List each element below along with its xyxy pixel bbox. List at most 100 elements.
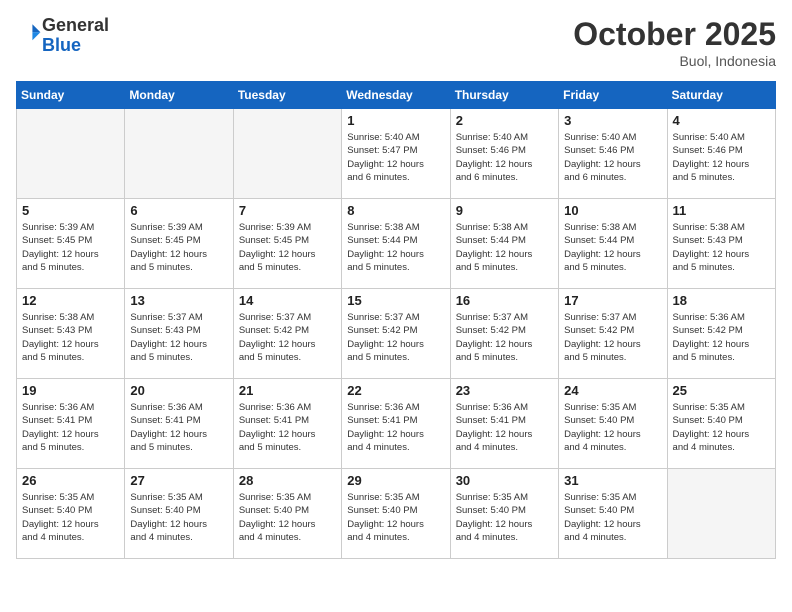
day-number: 21 [239, 383, 336, 398]
calendar-cell: 22 Sunrise: 5:36 AM Sunset: 5:41 PM Dayli… [342, 379, 450, 469]
day-number: 16 [456, 293, 553, 308]
day-info: Sunrise: 5:35 AM Sunset: 5:40 PM Dayligh… [673, 401, 770, 454]
calendar-cell: 2 Sunrise: 5:40 AM Sunset: 5:46 PM Daylig… [450, 109, 558, 199]
day-info: Sunrise: 5:35 AM Sunset: 5:40 PM Dayligh… [564, 491, 661, 544]
calendar-cell: 30 Sunrise: 5:35 AM Sunset: 5:40 PM Dayli… [450, 469, 558, 559]
title-block: October 2025 Buol, Indonesia [573, 16, 776, 69]
day-number: 3 [564, 113, 661, 128]
day-info: Sunrise: 5:36 AM Sunset: 5:41 PM Dayligh… [239, 401, 336, 454]
day-number: 18 [673, 293, 770, 308]
day-number: 29 [347, 473, 444, 488]
day-info: Sunrise: 5:35 AM Sunset: 5:40 PM Dayligh… [564, 401, 661, 454]
column-header-sunday: Sunday [17, 82, 125, 109]
calendar-cell: 12 Sunrise: 5:38 AM Sunset: 5:43 PM Dayli… [17, 289, 125, 379]
day-info: Sunrise: 5:40 AM Sunset: 5:46 PM Dayligh… [456, 131, 553, 184]
day-info: Sunrise: 5:35 AM Sunset: 5:40 PM Dayligh… [347, 491, 444, 544]
day-number: 30 [456, 473, 553, 488]
calendar-header-row: SundayMondayTuesdayWednesdayThursdayFrid… [17, 82, 776, 109]
day-info: Sunrise: 5:38 AM Sunset: 5:44 PM Dayligh… [564, 221, 661, 274]
logo-blue-text: Blue [42, 35, 81, 55]
day-info: Sunrise: 5:35 AM Sunset: 5:40 PM Dayligh… [22, 491, 119, 544]
calendar-cell: 31Sunrise: 5:35 AM Sunset: 5:40 PM Dayli… [559, 469, 667, 559]
column-header-wednesday: Wednesday [342, 82, 450, 109]
day-info: Sunrise: 5:38 AM Sunset: 5:43 PM Dayligh… [22, 311, 119, 364]
week-row-5: 26 Sunrise: 5:35 AM Sunset: 5:40 PM Dayli… [17, 469, 776, 559]
day-info: Sunrise: 5:36 AM Sunset: 5:41 PM Dayligh… [347, 401, 444, 454]
calendar-cell: 25Sunrise: 5:35 AM Sunset: 5:40 PM Dayli… [667, 379, 775, 469]
calendar-cell: 10Sunrise: 5:38 AM Sunset: 5:44 PM Dayli… [559, 199, 667, 289]
column-header-thursday: Thursday [450, 82, 558, 109]
day-info: Sunrise: 5:39 AM Sunset: 5:45 PM Dayligh… [22, 221, 119, 274]
day-info: Sunrise: 5:40 AM Sunset: 5:47 PM Dayligh… [347, 131, 444, 184]
logo-icon [18, 21, 42, 45]
page-header: General Blue October 2025 Buol, Indonesi… [16, 16, 776, 69]
calendar-cell [125, 109, 233, 199]
day-number: 15 [347, 293, 444, 308]
day-number: 23 [456, 383, 553, 398]
calendar-cell: 18 Sunrise: 5:36 AM Sunset: 5:42 PM Dayli… [667, 289, 775, 379]
day-number: 22 [347, 383, 444, 398]
calendar-cell: 23 Sunrise: 5:36 AM Sunset: 5:41 PM Dayli… [450, 379, 558, 469]
calendar-cell: 7 Sunrise: 5:39 AM Sunset: 5:45 PM Daylig… [233, 199, 341, 289]
calendar-cell [233, 109, 341, 199]
calendar-cell: 21 Sunrise: 5:36 AM Sunset: 5:41 PM Dayli… [233, 379, 341, 469]
calendar-cell: 6Sunrise: 5:39 AM Sunset: 5:45 PM Daylig… [125, 199, 233, 289]
day-info: Sunrise: 5:36 AM Sunset: 5:41 PM Dayligh… [456, 401, 553, 454]
calendar-cell: 27Sunrise: 5:35 AM Sunset: 5:40 PM Dayli… [125, 469, 233, 559]
calendar-cell: 15Sunrise: 5:37 AM Sunset: 5:42 PM Dayli… [342, 289, 450, 379]
calendar-cell [667, 469, 775, 559]
day-number: 20 [130, 383, 227, 398]
day-number: 17 [564, 293, 661, 308]
column-header-friday: Friday [559, 82, 667, 109]
day-info: Sunrise: 5:39 AM Sunset: 5:45 PM Dayligh… [130, 221, 227, 274]
logo: General Blue [16, 16, 109, 56]
day-number: 4 [673, 113, 770, 128]
calendar-cell: 16 Sunrise: 5:37 AM Sunset: 5:42 PM Dayli… [450, 289, 558, 379]
day-info: Sunrise: 5:37 AM Sunset: 5:43 PM Dayligh… [130, 311, 227, 364]
day-number: 8 [347, 203, 444, 218]
calendar-cell: 1 Sunrise: 5:40 AM Sunset: 5:47 PM Daylig… [342, 109, 450, 199]
calendar-cell: 24Sunrise: 5:35 AM Sunset: 5:40 PM Dayli… [559, 379, 667, 469]
day-number: 9 [456, 203, 553, 218]
calendar-cell: 13 Sunrise: 5:37 AM Sunset: 5:43 PM Dayli… [125, 289, 233, 379]
day-number: 12 [22, 293, 119, 308]
day-info: Sunrise: 5:36 AM Sunset: 5:41 PM Dayligh… [130, 401, 227, 454]
day-info: Sunrise: 5:39 AM Sunset: 5:45 PM Dayligh… [239, 221, 336, 274]
calendar-cell: 9 Sunrise: 5:38 AM Sunset: 5:44 PM Daylig… [450, 199, 558, 289]
location-subtitle: Buol, Indonesia [573, 53, 776, 69]
calendar-cell: 28 Sunrise: 5:35 AM Sunset: 5:40 PM Dayli… [233, 469, 341, 559]
calendar-cell: 5 Sunrise: 5:39 AM Sunset: 5:45 PM Daylig… [17, 199, 125, 289]
day-info: Sunrise: 5:38 AM Sunset: 5:44 PM Dayligh… [456, 221, 553, 274]
week-row-4: 19Sunrise: 5:36 AM Sunset: 5:41 PM Dayli… [17, 379, 776, 469]
day-info: Sunrise: 5:35 AM Sunset: 5:40 PM Dayligh… [130, 491, 227, 544]
day-number: 13 [130, 293, 227, 308]
day-info: Sunrise: 5:36 AM Sunset: 5:42 PM Dayligh… [673, 311, 770, 364]
calendar-cell [17, 109, 125, 199]
day-info: Sunrise: 5:38 AM Sunset: 5:43 PM Dayligh… [673, 221, 770, 274]
day-info: Sunrise: 5:40 AM Sunset: 5:46 PM Dayligh… [564, 131, 661, 184]
day-number: 26 [22, 473, 119, 488]
day-info: Sunrise: 5:35 AM Sunset: 5:40 PM Dayligh… [456, 491, 553, 544]
month-title: October 2025 [573, 16, 776, 53]
week-row-3: 12 Sunrise: 5:38 AM Sunset: 5:43 PM Dayli… [17, 289, 776, 379]
calendar-cell: 17Sunrise: 5:37 AM Sunset: 5:42 PM Dayli… [559, 289, 667, 379]
day-info: Sunrise: 5:36 AM Sunset: 5:41 PM Dayligh… [22, 401, 119, 454]
day-number: 7 [239, 203, 336, 218]
calendar-cell: 26 Sunrise: 5:35 AM Sunset: 5:40 PM Dayli… [17, 469, 125, 559]
column-header-saturday: Saturday [667, 82, 775, 109]
calendar-cell: 20 Sunrise: 5:36 AM Sunset: 5:41 PM Dayli… [125, 379, 233, 469]
calendar-cell: 4 Sunrise: 5:40 AM Sunset: 5:46 PM Daylig… [667, 109, 775, 199]
week-row-1: 1 Sunrise: 5:40 AM Sunset: 5:47 PM Daylig… [17, 109, 776, 199]
column-header-monday: Monday [125, 82, 233, 109]
calendar-cell: 11 Sunrise: 5:38 AM Sunset: 5:43 PM Dayli… [667, 199, 775, 289]
day-number: 1 [347, 113, 444, 128]
column-header-tuesday: Tuesday [233, 82, 341, 109]
day-number: 5 [22, 203, 119, 218]
calendar-cell: 29 Sunrise: 5:35 AM Sunset: 5:40 PM Dayli… [342, 469, 450, 559]
day-number: 11 [673, 203, 770, 218]
day-number: 28 [239, 473, 336, 488]
day-info: Sunrise: 5:37 AM Sunset: 5:42 PM Dayligh… [456, 311, 553, 364]
day-info: Sunrise: 5:40 AM Sunset: 5:46 PM Dayligh… [673, 131, 770, 184]
day-info: Sunrise: 5:35 AM Sunset: 5:40 PM Dayligh… [239, 491, 336, 544]
day-number: 2 [456, 113, 553, 128]
